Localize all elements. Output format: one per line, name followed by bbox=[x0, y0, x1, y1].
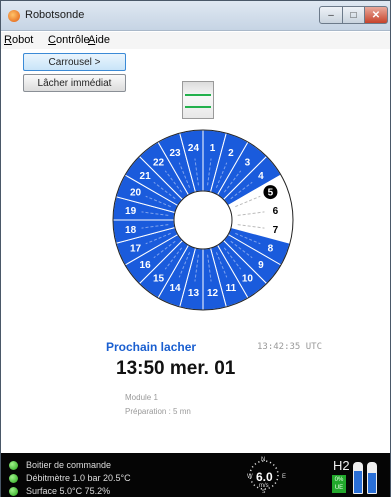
utc-clock: 13:42:35 UTC bbox=[257, 342, 323, 352]
release-now-button[interactable]: Lâcher immédiat bbox=[23, 74, 126, 92]
carousel-slot-number: 15 bbox=[153, 273, 165, 284]
title-bar[interactable]: Robotsonde – □ ✕ bbox=[1, 1, 390, 31]
status-flowmeter: Débitmètre 1.0 bar 20.5°C bbox=[9, 473, 131, 483]
carousel-slot-number: 20 bbox=[130, 188, 142, 199]
carousel-hub bbox=[173, 190, 233, 250]
carousel-slot-number: 3 bbox=[245, 158, 251, 169]
carousel-slot-number: 24 bbox=[188, 143, 200, 154]
balloon-gauge bbox=[182, 81, 214, 119]
carousel-slot-number: 10 bbox=[242, 273, 254, 284]
carousel-slot-number: 6 bbox=[273, 206, 279, 217]
wind-north: N bbox=[261, 457, 266, 463]
carousel-slot-number: 22 bbox=[153, 158, 165, 169]
carousel-slot-number: 13 bbox=[188, 288, 200, 299]
carousel-slot-number: 9 bbox=[258, 260, 264, 271]
carousel-slot-number: 19 bbox=[125, 206, 137, 217]
gas-bottle-icon bbox=[353, 462, 363, 494]
wind-west: W bbox=[247, 474, 253, 480]
next-release-label: Prochain lacher bbox=[106, 340, 197, 354]
h2-percent: 0% bbox=[334, 477, 344, 483]
gas-bottle-icon bbox=[367, 462, 377, 494]
gauge-line-top bbox=[185, 94, 211, 96]
maximize-button[interactable]: □ bbox=[342, 6, 365, 24]
status-ok-icon bbox=[9, 486, 18, 496]
status-ok-icon bbox=[9, 473, 18, 483]
carousel-slot-number: 23 bbox=[170, 148, 182, 159]
carousel-slot-number: 11 bbox=[226, 283, 237, 294]
wind-speed: 6.0 bbox=[256, 470, 273, 484]
gauge-line-bottom bbox=[185, 106, 211, 108]
menu-bar: Robot Contrôle Aide bbox=[1, 32, 390, 49]
preparation-label: Préparation : 5 mn bbox=[125, 407, 191, 416]
gas-bottle-fill bbox=[368, 473, 376, 493]
status-surface: Surface 5.0°C 75.2% bbox=[9, 486, 111, 496]
close-button[interactable]: ✕ bbox=[364, 6, 388, 24]
carousel-wheel[interactable]: 1 234567891011121314151617181920212223 24 bbox=[108, 125, 298, 315]
carousel-slot-number: 21 bbox=[140, 171, 152, 182]
app-icon bbox=[8, 10, 20, 22]
wind-east: E bbox=[282, 474, 287, 480]
app-window: Robotsonde – □ ✕ Robot Contrôle Aide Car… bbox=[0, 0, 391, 497]
carousel-slot-number: 5 bbox=[268, 188, 274, 199]
module-label: Module 1 bbox=[125, 393, 158, 402]
carousel-slot-number: 8 bbox=[268, 243, 274, 254]
wind-unit: m/s bbox=[259, 483, 269, 489]
carousel-slot-number: 4 bbox=[258, 171, 264, 182]
status-surface-text: Surface 5.0°C 75.2% bbox=[26, 486, 111, 496]
window-title: Robotsonde bbox=[25, 9, 85, 21]
minimize-button[interactable]: – bbox=[319, 6, 343, 24]
carousel-slot-number: 16 bbox=[140, 260, 152, 271]
next-release-time: 13:50 mer. 01 bbox=[116, 358, 236, 379]
carousel-slot-number: 2 bbox=[228, 148, 234, 159]
carousel-slot-number: 7 bbox=[273, 225, 279, 236]
status-flowmeter-text: Débitmètre 1.0 bar 20.5°C bbox=[26, 473, 131, 483]
menu-aide[interactable]: Aide bbox=[88, 34, 110, 46]
h2-level-indicator: 0% UE bbox=[332, 475, 346, 493]
status-control-box: Boitier de commande bbox=[9, 460, 112, 470]
status-ok-icon bbox=[9, 460, 18, 470]
carousel-slot-number: 18 bbox=[125, 225, 137, 236]
carousel-slot-number: 17 bbox=[130, 243, 142, 254]
gas-bottle-fill bbox=[354, 471, 362, 493]
h2-label: H2 bbox=[333, 458, 350, 473]
menu-robot[interactable]: Robot bbox=[4, 34, 33, 46]
wind-south: S bbox=[262, 489, 266, 495]
carousel-slot-number: 14 bbox=[170, 283, 182, 294]
status-control-box-text: Boitier de commande bbox=[26, 460, 112, 470]
h2-ue: UE bbox=[334, 485, 344, 491]
carousel-slot-number: 1 bbox=[210, 143, 216, 154]
carousel-slot-number: 12 bbox=[207, 288, 219, 299]
menu-controle[interactable]: Contrôle bbox=[48, 34, 90, 46]
carousel-button[interactable]: Carrousel > bbox=[23, 53, 126, 71]
